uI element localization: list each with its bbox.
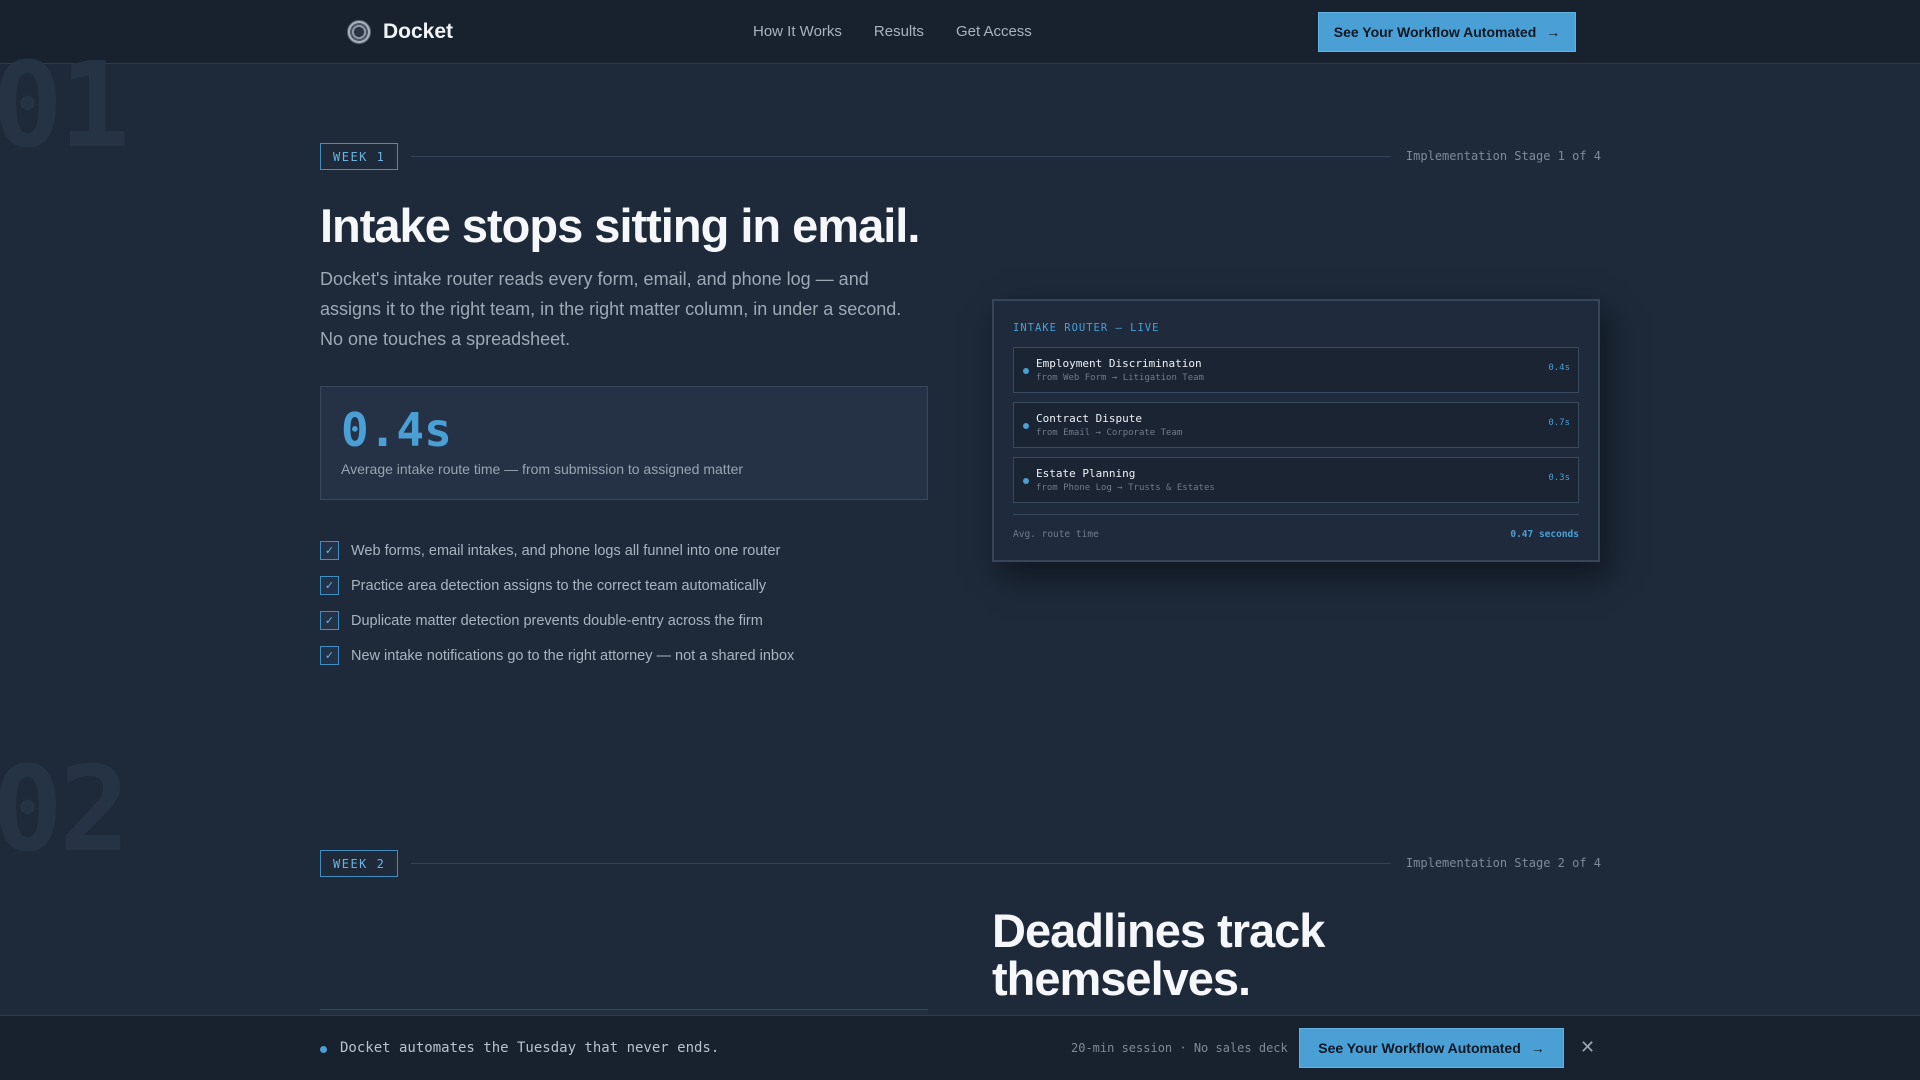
nav-link-results[interactable]: Results [874, 23, 924, 40]
sticky-bar-meta: 20-min session · No sales deck [1071, 1041, 1288, 1055]
stat-value: 0.4s [341, 403, 452, 457]
week2-header: WEEK 2 Implementation Stage 2 of 4 [320, 850, 1601, 878]
route-time: 0.7s [1548, 418, 1570, 428]
arrow-right-icon: → [1530, 1040, 1545, 1056]
stat-caption: Average intake route time — from submiss… [341, 461, 744, 477]
nav-link-get-access[interactable]: Get Access [956, 23, 1032, 40]
status-dot-icon [1023, 478, 1029, 484]
list-item: ✓ Duplicate matter detection prevents do… [320, 603, 794, 638]
week-badge: WEEK 1 [320, 143, 399, 170]
list-item-text: Practice area detection assigns to the c… [351, 577, 767, 594]
status-dot-icon [1023, 423, 1029, 429]
list-item-text: Duplicate matter detection prevents doub… [351, 612, 763, 629]
feature-checklist: ✓ Web forms, email intakes, and phone lo… [320, 533, 794, 673]
list-item-text: Web forms, email intakes, and phone logs… [351, 542, 781, 559]
nav-link-how-it-works[interactable]: How It Works [753, 23, 842, 40]
week-badge: WEEK 2 [320, 850, 399, 877]
list-item: ✓ New intake notifications go to the rig… [320, 638, 794, 673]
divider [1013, 514, 1579, 515]
router-title: INTAKE ROUTER — LIVE [1013, 322, 1160, 334]
route-item: Estate Planning from Phone Log → Trusts … [1013, 457, 1579, 503]
section-number-01: 01 [0, 36, 130, 174]
section-headline: Deadlines track themselves. [992, 904, 1325, 1005]
close-icon[interactable]: ✕ [1580, 1037, 1595, 1058]
status-dot-icon [1023, 368, 1029, 374]
divider [411, 863, 1391, 864]
brand-name: Docket [383, 20, 454, 43]
sticky-cta-bar: Docket automates the Tuesday that never … [0, 1015, 1920, 1080]
top-nav: Docket How It Works Results Get Access S… [0, 0, 1920, 64]
route-name: Contract Dispute [1036, 412, 1142, 425]
route-time: 0.4s [1548, 363, 1570, 373]
nav-cta-label: See Your Workflow Automated [1333, 24, 1537, 40]
list-item-text: New intake notifications go to the right… [351, 647, 795, 664]
arrow-right-icon: → [1546, 24, 1561, 40]
router-footer-label: Avg. route time [1013, 529, 1099, 540]
brand[interactable]: Docket [347, 20, 453, 44]
route-time: 0.3s [1548, 473, 1570, 483]
status-dot-icon [320, 1046, 327, 1053]
route-name: Employment Discrimination [1036, 357, 1202, 370]
nav-links: How It Works Results Get Access [753, 23, 1032, 40]
list-item: ✓ Practice area detection assigns to the… [320, 568, 794, 603]
divider [411, 156, 1391, 157]
sticky-cta-label: See Your Workflow Automated [1318, 1040, 1521, 1056]
stage-label: Implementation Stage 1 of 4 [1405, 149, 1601, 163]
check-icon: ✓ [320, 541, 339, 560]
check-icon: ✓ [320, 646, 339, 665]
list-item: ✓ Web forms, email intakes, and phone lo… [320, 533, 794, 568]
nav-cta-button[interactable]: See Your Workflow Automated → [1318, 12, 1576, 52]
check-icon: ✓ [320, 611, 339, 630]
stage-label: Implementation Stage 2 of 4 [1405, 856, 1601, 870]
sticky-cta-button[interactable]: See Your Workflow Automated → [1299, 1028, 1564, 1068]
router-footer-value: 0.47 seconds [1510, 529, 1579, 540]
section-lead: Docket's intake router reads every form,… [320, 269, 902, 349]
route-source: from Email → Corporate Team [1036, 428, 1183, 438]
week1-header: WEEK 1 Implementation Stage 1 of 4 [320, 143, 1601, 171]
section-number-02: 02 [0, 740, 130, 878]
sticky-bar-text: Docket automates the Tuesday that never … [340, 1040, 720, 1056]
check-icon: ✓ [320, 576, 339, 595]
route-item: Contract Dispute from Email → Corporate … [1013, 402, 1579, 448]
route-name: Estate Planning [1036, 467, 1136, 480]
intake-router-card: INTAKE ROUTER — LIVE Employment Discrimi… [992, 299, 1600, 562]
route-source: from Phone Log → Trusts & Estates [1036, 483, 1215, 493]
section-headline: Intake stops sitting in email. [320, 199, 920, 252]
stat-box: 0.4s Average intake route time — from su… [320, 386, 928, 500]
route-source: from Web Form → Litigation Team [1036, 373, 1204, 383]
logo-icon [347, 20, 371, 44]
route-item: Employment Discrimination from Web Form … [1013, 347, 1579, 393]
